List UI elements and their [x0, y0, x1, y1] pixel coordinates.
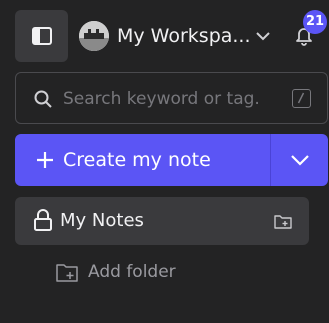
sidebar-item-my-notes[interactable]: My Notes: [15, 197, 309, 245]
sidebar-panel-icon: [31, 27, 52, 45]
slash-shortcut-icon: [292, 89, 311, 108]
add-folder-button[interactable]: Add folder: [56, 260, 176, 284]
add-folder-icon[interactable]: [274, 213, 292, 229]
notification-count-badge: 21: [303, 10, 327, 34]
add-folder-icon: [56, 264, 78, 282]
create-note-split-button: Create my note: [15, 134, 328, 186]
plus-icon: [37, 152, 53, 168]
add-folder-label: Add folder: [88, 262, 176, 282]
chevron-down-icon: [256, 32, 270, 41]
search-icon: [34, 90, 52, 108]
search-input[interactable]: [63, 86, 278, 112]
search-box[interactable]: [15, 72, 328, 124]
sidebar-item-label: My Notes: [60, 210, 144, 231]
create-note-label: Create my note: [63, 149, 211, 171]
chevron-down-icon: [290, 155, 309, 166]
workspace-menu-button[interactable]: [253, 28, 273, 44]
create-note-button[interactable]: Create my note: [15, 134, 270, 186]
sidebar-toggle-button[interactable]: [15, 10, 68, 62]
create-options-button[interactable]: [271, 134, 328, 186]
lock-icon: [34, 209, 52, 231]
workspace-avatar[interactable]: [79, 21, 109, 51]
workspace-name[interactable]: My Workspa...: [117, 24, 251, 48]
